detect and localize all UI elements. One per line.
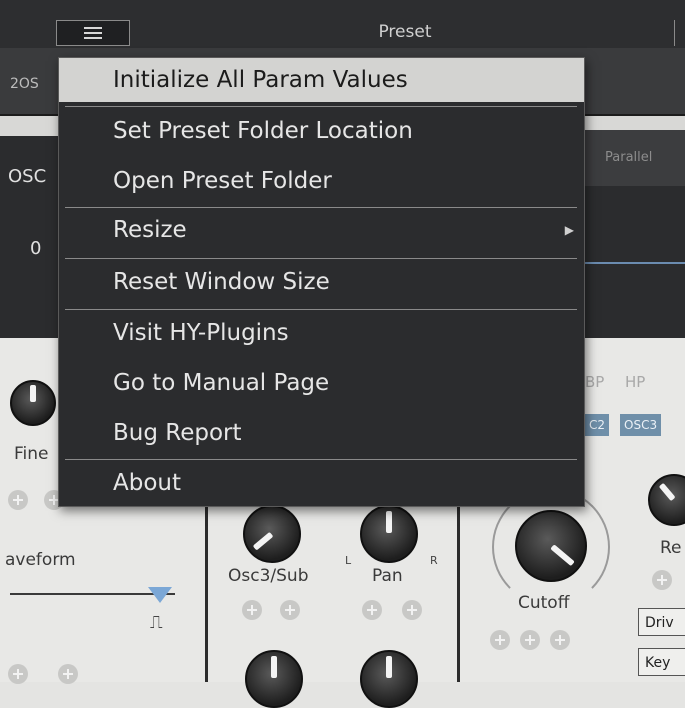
route-chip-osc3[interactable]: OSC3 — [620, 414, 662, 436]
mod-add-icon[interactable] — [550, 630, 570, 650]
menu-item-label: Set Preset Folder Location — [113, 118, 413, 144]
osc-label: OSC — [8, 166, 47, 187]
menu-item-label: About — [113, 470, 182, 496]
menu-separator — [65, 309, 577, 310]
menu-item-manual[interactable]: Go to Manual Page — [59, 361, 584, 405]
fine-label: Fine — [14, 444, 49, 464]
cutoff-knob[interactable] — [515, 510, 587, 582]
route-chip-osc2[interactable]: C2 — [585, 414, 610, 436]
menu-item-about[interactable]: About — [59, 461, 584, 505]
submenu-arrow-icon: ▶ — [564, 223, 574, 237]
menu-item-label: Reset Window Size — [113, 269, 330, 295]
mod-add-icon[interactable] — [520, 630, 540, 650]
drive-button[interactable]: Driv — [638, 608, 685, 636]
pan-right-label: R — [430, 554, 438, 567]
square-wave-icon: ⎍ — [150, 612, 163, 633]
cutoff-label: Cutoff — [518, 593, 570, 613]
mod-add-icon[interactable] — [8, 490, 28, 510]
waveform-marker[interactable] — [148, 587, 172, 603]
menu-item-label: Bug Report — [113, 420, 242, 446]
pan-left-label: L — [345, 554, 352, 567]
panel-divider — [457, 500, 460, 682]
top-bar: Preset — [0, 0, 685, 49]
accent-line — [585, 262, 685, 264]
mod-add-icon[interactable] — [402, 600, 422, 620]
osc-value[interactable]: 0 — [30, 238, 41, 259]
osc3sub-knob[interactable] — [243, 505, 301, 563]
mode-parallel-label[interactable]: Parallel — [605, 150, 652, 165]
mod-add-icon[interactable] — [8, 664, 28, 684]
menu-item-resize[interactable]: Resize ▶ — [59, 208, 584, 252]
menu-separator — [65, 106, 577, 107]
mod-add-icon[interactable] — [58, 664, 78, 684]
knob[interactable] — [360, 650, 418, 708]
menu-item-label: Initialize All Param Values — [113, 67, 408, 93]
menu-item-label: Open Preset Folder — [113, 168, 332, 194]
filter-type-bp[interactable]: BP — [585, 373, 604, 391]
knob[interactable] — [245, 650, 303, 708]
menu-item-bug-report[interactable]: Bug Report — [59, 411, 584, 455]
menu-item-label: Go to Manual Page — [113, 370, 330, 396]
res-label: Re — [660, 538, 682, 558]
mod-add-icon[interactable] — [652, 570, 672, 590]
pan-knob[interactable] — [360, 505, 418, 563]
fine-knob[interactable] — [10, 380, 56, 426]
mod-add-icon[interactable] — [280, 600, 300, 620]
menu-item-label: Resize — [113, 217, 187, 243]
panel-divider — [205, 500, 208, 682]
mod-add-icon[interactable] — [490, 630, 510, 650]
osc3sub-label: Osc3/Sub — [228, 566, 309, 586]
pan-label: Pan — [372, 566, 403, 586]
menu-item-label: Visit HY-Plugins — [113, 320, 289, 346]
preset-menu: Initialize All Param Values Set Preset F… — [58, 57, 585, 507]
menu-item-reset-window[interactable]: Reset Window Size — [59, 260, 584, 304]
waveform-label: aveform — [5, 550, 76, 570]
menu-item-visit[interactable]: Visit HY-Plugins — [59, 311, 584, 355]
preset-title[interactable]: Preset — [350, 22, 460, 42]
hamburger-icon — [84, 27, 102, 39]
filter-type-hp[interactable]: HP — [625, 373, 645, 391]
tab-osc[interactable]: 2OS — [10, 76, 39, 92]
divider — [674, 20, 675, 46]
key-button[interactable]: Key — [638, 648, 685, 676]
menu-separator — [65, 258, 577, 259]
menu-item-open-folder[interactable]: Open Preset Folder — [59, 159, 584, 203]
menu-separator — [65, 459, 577, 460]
menu-button[interactable] — [56, 20, 130, 46]
menu-item-set-folder[interactable]: Set Preset Folder Location — [59, 109, 584, 153]
mod-add-icon[interactable] — [242, 600, 262, 620]
menu-item-initialize[interactable]: Initialize All Param Values — [59, 58, 584, 102]
mod-add-icon[interactable] — [362, 600, 382, 620]
